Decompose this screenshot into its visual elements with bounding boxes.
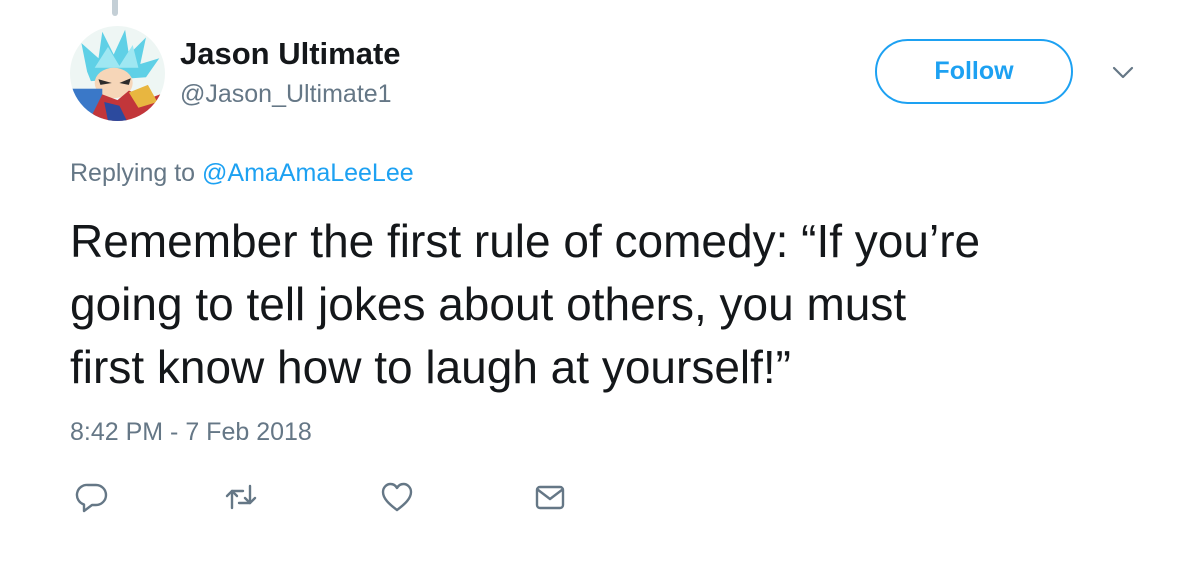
replying-to-prefix: Replying to [70, 159, 196, 187]
retweet-icon[interactable] [224, 480, 258, 514]
reply-icon[interactable] [75, 480, 109, 514]
avatar[interactable] [70, 26, 165, 121]
author-display-name[interactable]: Jason Ultimate [180, 36, 401, 72]
thread-connector-line [112, 0, 118, 16]
replying-to-mention-link[interactable]: @AmaAmaLeeLee [202, 159, 414, 187]
tweet-text: Remember the first rule of comedy: “If y… [70, 210, 1150, 399]
anime-character-avatar-icon [70, 26, 165, 121]
tweet-text-line: Remember the first rule of comedy: “If y… [70, 215, 981, 267]
author-handle[interactable]: @Jason_Ultimate1 [180, 80, 392, 109]
chevron-down-icon[interactable] [1110, 62, 1136, 82]
heart-icon[interactable] [380, 480, 414, 514]
replying-to-line: Replying to @AmaAmaLeeLee [70, 159, 414, 188]
tweet-text-line: first know how to laugh at yourself!” [70, 341, 791, 393]
tweet-timestamp[interactable]: 8:42 PM - 7 Feb 2018 [70, 418, 312, 447]
tweet-text-line: going to tell jokes about others, you mu… [70, 278, 907, 330]
envelope-icon[interactable] [533, 480, 567, 514]
follow-button[interactable]: Follow [875, 39, 1073, 104]
